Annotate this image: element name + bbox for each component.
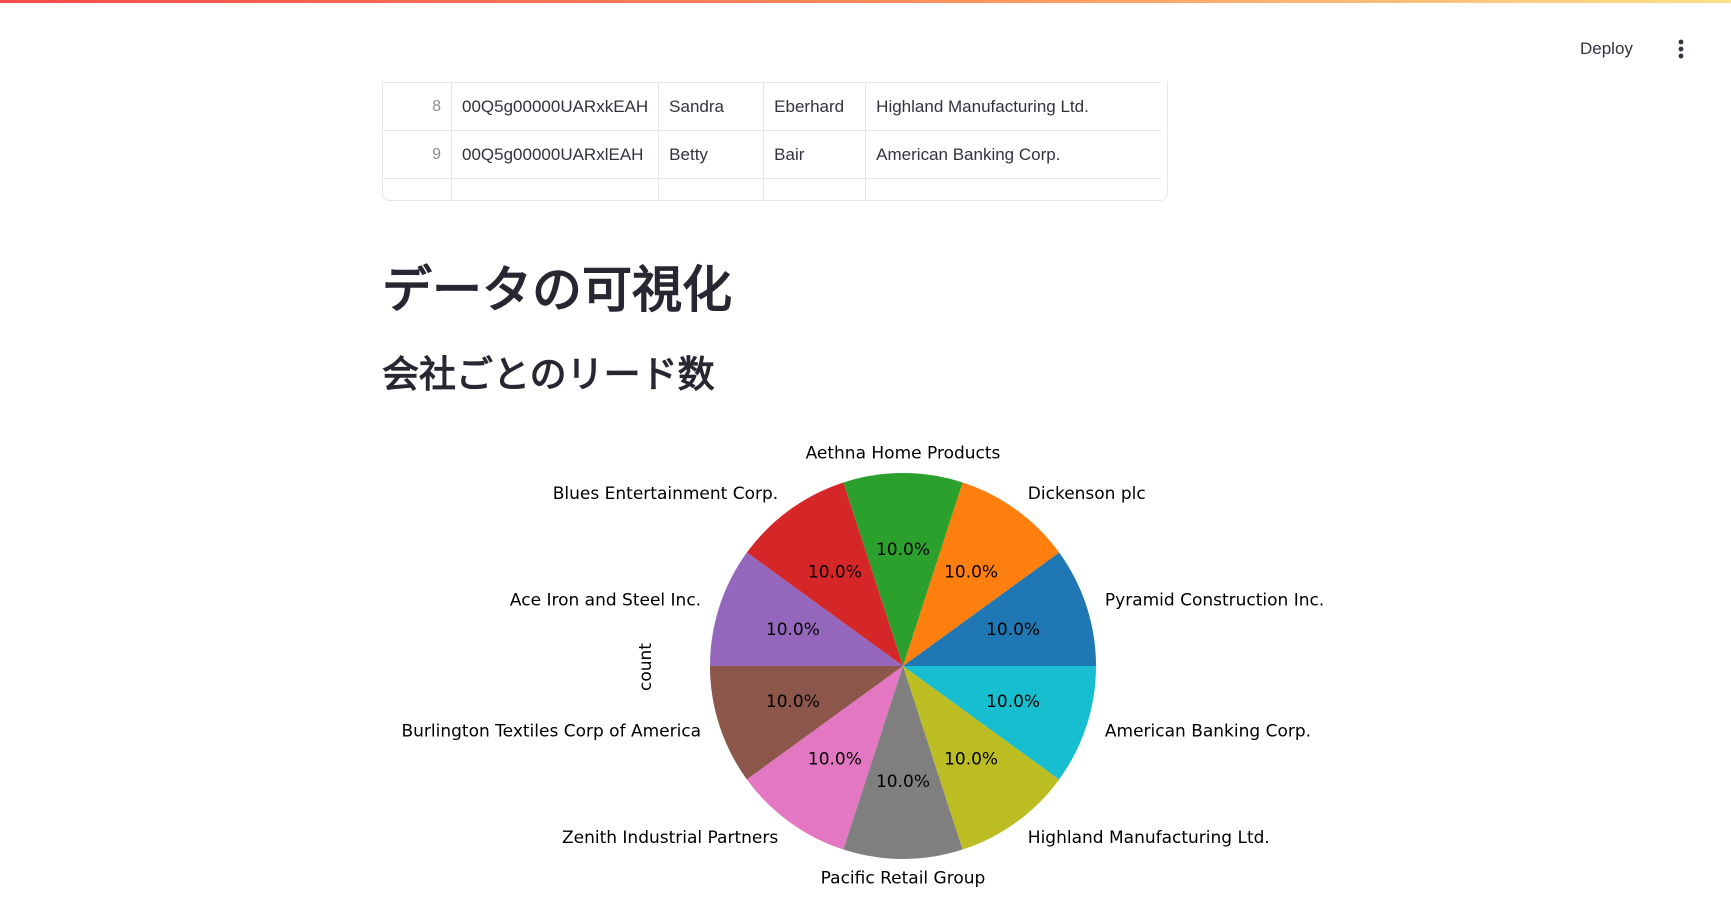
leads-dataframe[interactable]: 8 00Q5g00000UARxkEAH Sandra Eberhard Hig… (382, 82, 1168, 201)
cell-company[interactable]: American Banking Corp. (865, 130, 1162, 179)
section-subtitle: 会社ごとのリード数 (382, 353, 715, 396)
cell-first-name[interactable]: Sandra (658, 82, 765, 131)
slice-percent-label: 10.0% (876, 772, 930, 792)
slice-percent-label: 10.0% (808, 562, 862, 582)
slice-category-label: American Banking Corp. (1105, 722, 1311, 742)
app-header: Deploy (0, 0, 1731, 80)
row-index: 9 (383, 130, 452, 179)
table-row-partial[interactable] (383, 178, 1162, 200)
slice-percent-label: 10.0% (944, 750, 998, 770)
deploy-button[interactable]: Deploy (1572, 34, 1641, 64)
slice-category-label: Blues Entertainment Corp. (553, 484, 778, 504)
slice-category-label: Highland Manufacturing Ltd. (1028, 828, 1270, 848)
slice-percent-label: 10.0% (766, 620, 820, 640)
pie-chart: 10.0% 10.0% 10.0% 10.0% 10.0% 10.0% 10.0% 10.0%… (401, 444, 1324, 889)
cell-id[interactable]: 00Q5g00000UARxkEAH (451, 82, 660, 131)
cell-last-name[interactable]: Eberhard (763, 82, 867, 131)
cell-first-name[interactable]: Betty (658, 130, 765, 179)
cell-company[interactable]: Highland Manufacturing Ltd. (865, 82, 1162, 131)
slice-percent-label: 10.0% (766, 692, 820, 712)
vertical-ellipsis-icon[interactable] (1666, 34, 1696, 64)
page-title: データの可視化 (382, 261, 732, 319)
cell-id[interactable]: 00Q5g00000UARxlEAH (451, 130, 660, 179)
slice-category-label: Pacific Retail Group (821, 868, 986, 888)
slice-category-label: Aethna Home Products (806, 444, 1001, 464)
slice-category-label: Burlington Textiles Corp of America (401, 722, 701, 742)
table-row[interactable]: 8 00Q5g00000UARxkEAH Sandra Eberhard Hig… (383, 82, 1162, 131)
slice-category-label: Dickenson plc (1028, 484, 1146, 504)
slice-percent-label: 10.0% (986, 692, 1040, 712)
slice-percent-label: 10.0% (986, 620, 1040, 640)
table-row[interactable]: 9 00Q5g00000UARxlEAH Betty Bair American… (383, 130, 1162, 179)
cell-last-name[interactable]: Bair (763, 130, 867, 179)
slice-category-label: Zenith Industrial Partners (562, 828, 778, 848)
slice-percent-label: 10.0% (944, 562, 998, 582)
leads-table: 8 00Q5g00000UARxkEAH Sandra Eberhard Hig… (383, 82, 1162, 200)
row-index: 8 (383, 82, 452, 131)
slice-percent-label: 10.0% (808, 750, 862, 770)
y-axis-label: count (636, 643, 656, 691)
slice-category-label: Pyramid Construction Inc. (1105, 590, 1324, 610)
slice-percent-label: 10.0% (876, 540, 930, 560)
slice-category-label: Ace Iron and Steel Inc. (510, 590, 701, 610)
